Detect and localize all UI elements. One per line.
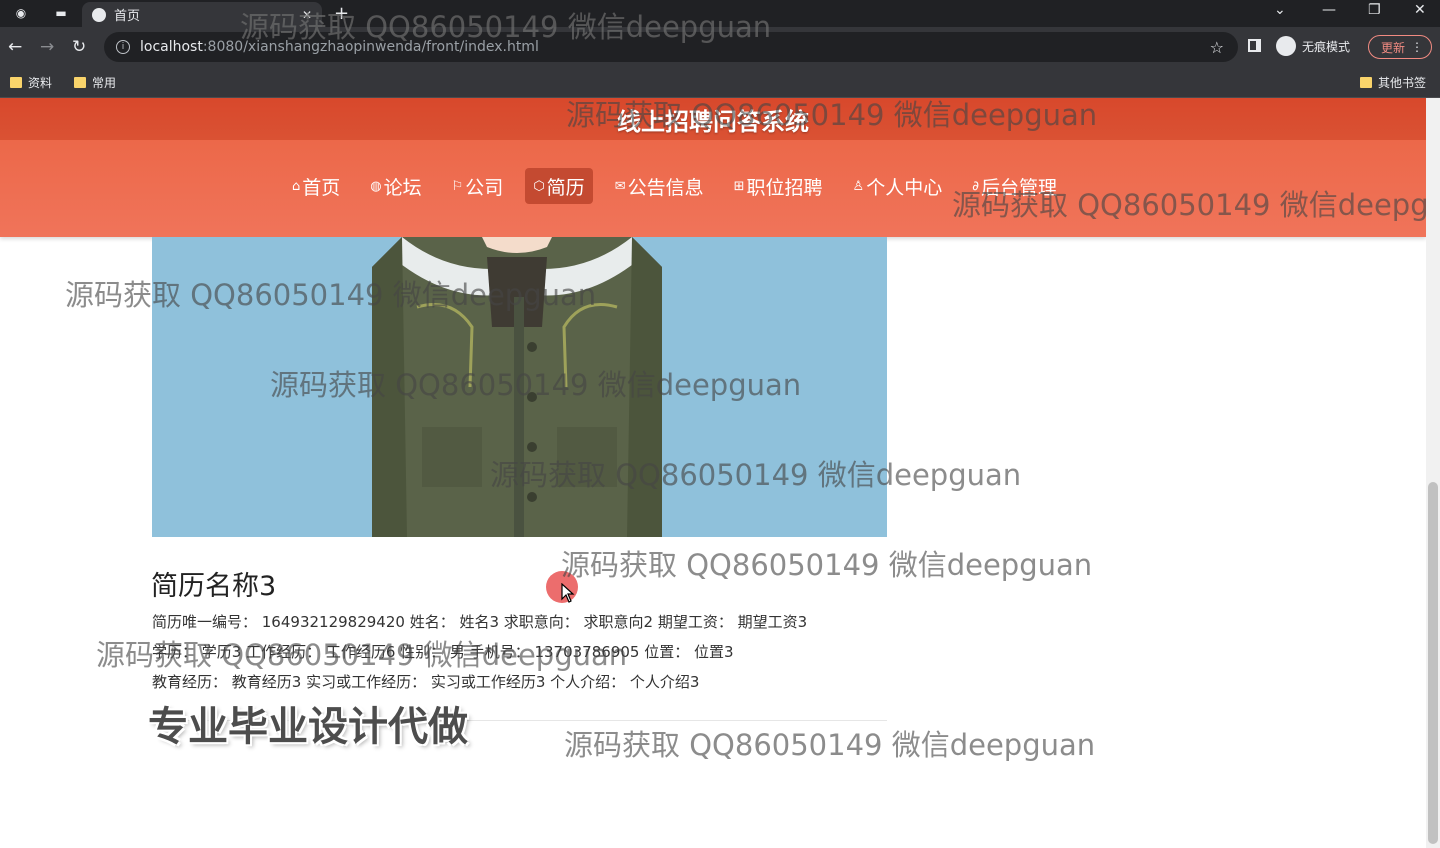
tab-search-icon[interactable]: ▬ [50, 3, 72, 23]
menu-label: 后台管理 [980, 176, 1057, 199]
resume-title: 简历名称3 [151, 571, 277, 602]
folder-icon [1360, 77, 1372, 88]
mouse-cursor-icon [561, 583, 575, 603]
profile-icon[interactable]: ◉ [10, 3, 32, 23]
bookmark-folder[interactable]: 常用 [74, 74, 116, 91]
menu-item-admin[interactable]: ∂ 后台管理 [964, 168, 1065, 204]
update-label: 更新 [1381, 40, 1406, 55]
close-tab-icon[interactable]: ✕ [302, 8, 312, 22]
bookmarks-bar: 资料 常用 其他书签 [0, 67, 1440, 98]
home-icon: ⌂ [292, 178, 301, 194]
resume-detail-line: 简历唯一编号： 164932129829420 姓名： 姓名3 求职意向： 求职… [152, 613, 808, 631]
person-illustration [152, 237, 887, 537]
menu-item-resume[interactable]: ⬡ 简历 [525, 168, 593, 204]
bookmark-label: 常用 [92, 76, 117, 90]
page-scrollbar[interactable] [1426, 98, 1440, 848]
menu-label: 公告信息 [627, 176, 704, 199]
resume-detail-line: 学历： 学历3 工作经历： 工作经历6 性别： 男 手机号： 137037869… [152, 643, 734, 661]
menu-label: 首页 [302, 176, 341, 199]
other-bookmarks[interactable]: 其他书签 [1360, 74, 1426, 91]
resume-photo [152, 237, 887, 537]
bookmark-label: 资料 [28, 76, 53, 90]
menu-item-jobs[interactable]: ⊞ 职位招聘 [726, 168, 831, 204]
new-tab-button[interactable]: + [334, 3, 349, 24]
menu-label: 简历 [546, 176, 585, 199]
flag-icon: ⚐ [451, 178, 464, 194]
incognito-icon [1276, 36, 1296, 56]
bookmark-folder[interactable]: 资料 [10, 74, 52, 91]
tab-list-icon[interactable]: ⌄ [1274, 2, 1286, 18]
browser-tab[interactable]: 首页 ✕ [82, 2, 322, 27]
tab-title: 首页 [114, 9, 141, 24]
globe-icon [92, 7, 106, 22]
promo-watermark: 专业毕业设计代做 [148, 704, 468, 750]
menu-item-company[interactable]: ⚐ 公司 [444, 168, 512, 204]
restore-button[interactable]: ❐ [1368, 2, 1381, 18]
site-info-icon[interactable]: i [116, 40, 130, 54]
scrollbar-thumb[interactable] [1428, 482, 1438, 844]
menu-label: 个人中心 [866, 176, 943, 199]
watermark: 源码获取 QQ86050149 微信deepguan [561, 548, 1093, 582]
site-header: 线上招聘问答系统 ⌂ 首页 ◍ 论坛 ⚐ 公司 ⬡ 简历 ✉ 公告信息 ⊞ 职位招聘 ♙ 个人… [0, 98, 1426, 237]
incognito-label: 无痕模式 [1302, 39, 1351, 54]
address-bar[interactable]: i localhost:8080/xianshangzhaopinwenda/f… [104, 32, 1238, 62]
user-icon: ♙ [852, 178, 865, 194]
site-title: 线上招聘问答系统 [617, 108, 809, 136]
forum-icon: ◍ [370, 178, 382, 194]
watermark: 源码获取 QQ86050149 微信deepguan [564, 728, 1096, 762]
gift-icon: ⊞ [733, 178, 745, 194]
menu-label: 论坛 [383, 176, 422, 199]
menu-item-notice[interactable]: ✉ 公告信息 [607, 168, 712, 204]
browser-tab-bar: ◉ ▬ 首页 ✕ + ⌄ — ❐ ✕ [0, 0, 1440, 27]
page-viewport: 线上招聘问答系统 ⌂ 首页 ◍ 论坛 ⚐ 公司 ⬡ 简历 ✉ 公告信息 ⊞ 职位招聘 ♙ 个人… [0, 98, 1426, 848]
back-button[interactable]: ← [8, 37, 22, 57]
update-button[interactable]: 更新 ⋮ [1368, 35, 1432, 59]
reload-button[interactable]: ↻ [72, 37, 86, 57]
url-path: :8080/xianshangzhaopinwenda/front/index.… [202, 39, 539, 55]
more-menu-icon[interactable]: ⋮ [1411, 40, 1423, 54]
minimize-button[interactable]: — [1322, 2, 1336, 18]
link-icon: ∂ [972, 178, 979, 194]
menu-item-profile[interactable]: ♙ 个人中心 [845, 168, 951, 204]
close-window-button[interactable]: ✕ [1414, 2, 1426, 18]
resume-detail-line: 教育经历： 教育经历3 实习或工作经历： 实习或工作经历3 个人介绍： 个人介绍… [152, 673, 700, 691]
main-menu: ⌂ 首页 ◍ 论坛 ⚐ 公司 ⬡ 简历 ✉ 公告信息 ⊞ 职位招聘 ♙ 个人中心 ∂ 后台管理 [284, 168, 1079, 204]
incognito-indicator[interactable]: 无痕模式 [1276, 36, 1350, 56]
menu-label: 公司 [465, 176, 504, 199]
bookmark-star-icon[interactable]: ☆ [1210, 38, 1224, 57]
mail-icon: ✉ [614, 178, 626, 194]
menu-item-forum[interactable]: ◍ 论坛 [362, 168, 429, 204]
menu-item-home[interactable]: ⌂ 首页 [284, 168, 348, 204]
url-host: localhost [140, 39, 203, 55]
side-panel-icon[interactable] [1248, 39, 1261, 52]
forward-button[interactable]: → [40, 37, 54, 57]
resume-icon: ⬡ [533, 178, 545, 194]
folder-icon [74, 77, 86, 88]
other-bookmarks-label: 其他书签 [1378, 76, 1427, 90]
browser-toolbar: ← → ↻ i localhost:8080/xianshangzhaopinw… [0, 27, 1440, 67]
folder-icon [10, 77, 22, 88]
menu-label: 职位招聘 [746, 176, 823, 199]
